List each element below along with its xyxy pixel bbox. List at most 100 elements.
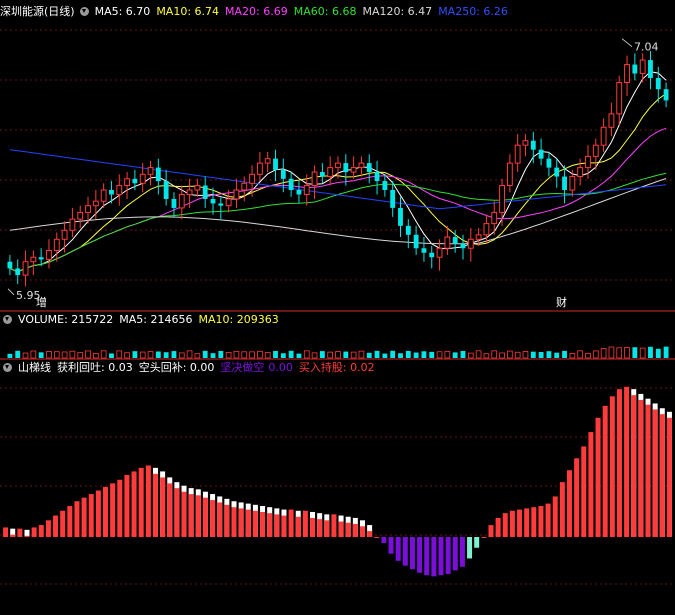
candle-body xyxy=(30,256,37,263)
chart-canvas[interactable]: 7.04 5.95 增 财 xyxy=(0,0,675,615)
volume-bar xyxy=(46,351,52,359)
marker-right: 财 xyxy=(556,295,567,309)
candle-body xyxy=(429,252,435,258)
indicator-bar xyxy=(38,525,44,537)
candle-body xyxy=(311,171,318,187)
grid-lines xyxy=(0,29,675,585)
volume-bar xyxy=(202,350,208,358)
indicator-bar-base xyxy=(317,519,323,537)
indicator-bar xyxy=(381,537,387,543)
indicator-bar xyxy=(409,537,415,570)
candle-body xyxy=(546,158,552,168)
ma20-line xyxy=(9,127,667,273)
indicator-bar xyxy=(481,537,487,538)
indicator-bar-base xyxy=(160,477,166,537)
indicator-bar xyxy=(517,509,523,537)
volume-bar xyxy=(405,350,411,358)
candle-body xyxy=(499,185,505,213)
indicator-bar-base xyxy=(638,399,644,537)
volume-bar xyxy=(366,352,372,358)
volume-bar xyxy=(530,351,536,358)
volume-bar xyxy=(460,350,466,358)
indicator-bar xyxy=(524,508,530,537)
indicator-bar xyxy=(459,537,465,567)
candle-body xyxy=(147,167,154,175)
indicator-bar-base xyxy=(260,512,266,537)
volume-bar xyxy=(421,351,427,358)
indicator-bar xyxy=(424,537,430,576)
volume-bar xyxy=(93,352,99,359)
volume-bar xyxy=(475,350,482,359)
volume-bar xyxy=(273,350,278,358)
volume-bar xyxy=(233,350,240,359)
marker-left: 增 xyxy=(36,295,47,309)
volume-bar xyxy=(429,351,435,358)
candle-body xyxy=(343,163,349,173)
candle-body xyxy=(467,238,474,249)
volume-bar xyxy=(663,346,669,358)
indicator-bar xyxy=(545,503,551,537)
candle-body xyxy=(436,247,443,258)
indicator-bar xyxy=(574,458,580,537)
indicator-bar xyxy=(531,507,537,537)
indicator-bar-base xyxy=(310,517,316,537)
candle-body xyxy=(522,140,529,146)
indicator-bar xyxy=(110,483,116,537)
indicator-bar-base xyxy=(195,495,201,537)
volume-bar xyxy=(358,350,365,359)
indicator-bar xyxy=(559,482,565,537)
candle-body xyxy=(592,144,599,157)
volume-bar xyxy=(147,351,154,359)
volume-bar xyxy=(608,346,615,359)
candle-body xyxy=(538,149,544,159)
indicator-bar xyxy=(417,537,423,573)
volume-bar xyxy=(538,352,544,358)
indicator-bar xyxy=(74,501,80,537)
volume-bar xyxy=(592,350,599,359)
candle-body xyxy=(624,64,630,83)
candle-body xyxy=(256,162,263,175)
indicator-bar xyxy=(581,446,587,537)
indicator-bar xyxy=(624,386,630,537)
candle-body xyxy=(327,167,334,178)
candle-body xyxy=(233,189,240,200)
indicator-bar-base xyxy=(281,515,287,537)
indicator-bar-base xyxy=(367,531,373,537)
indicator-bar xyxy=(488,525,494,537)
volume-bar xyxy=(585,352,591,359)
indicator-bar xyxy=(595,417,601,537)
indicator-bar xyxy=(67,506,73,537)
indicator-bar-base xyxy=(352,523,358,537)
candle-body xyxy=(600,126,607,146)
candle-body xyxy=(382,181,388,190)
candle-body xyxy=(648,60,653,78)
indicator-bar xyxy=(616,389,622,537)
indicator-bar-base xyxy=(666,417,672,537)
volume-bar xyxy=(85,350,91,359)
volume-bar xyxy=(327,351,334,359)
indicator-bar-base xyxy=(174,488,180,537)
indicator-bar xyxy=(145,465,151,537)
indicator-bar-base xyxy=(631,395,637,537)
candle-body xyxy=(288,178,294,190)
chart-labels: 7.04 5.95 增 财 xyxy=(16,41,659,309)
candle-body xyxy=(100,189,107,202)
candle-body xyxy=(319,172,325,177)
volume-bar xyxy=(163,352,169,358)
candle-body xyxy=(398,207,403,226)
candle-body xyxy=(475,234,482,240)
candle-body xyxy=(171,198,177,208)
indicator-bar-base xyxy=(181,491,187,537)
candle-body xyxy=(639,59,646,75)
candle-body xyxy=(264,158,271,164)
volume-bar xyxy=(30,350,37,359)
indicator-bar-base xyxy=(217,502,223,537)
indicator-bar xyxy=(302,510,308,537)
indicator-bar xyxy=(331,514,337,537)
candle-body xyxy=(585,155,591,169)
volume-bar xyxy=(38,352,44,358)
indicator-bar xyxy=(81,497,87,537)
indicator-bar-base xyxy=(267,513,273,537)
candle-body xyxy=(241,182,248,191)
volume-bar xyxy=(225,352,232,359)
